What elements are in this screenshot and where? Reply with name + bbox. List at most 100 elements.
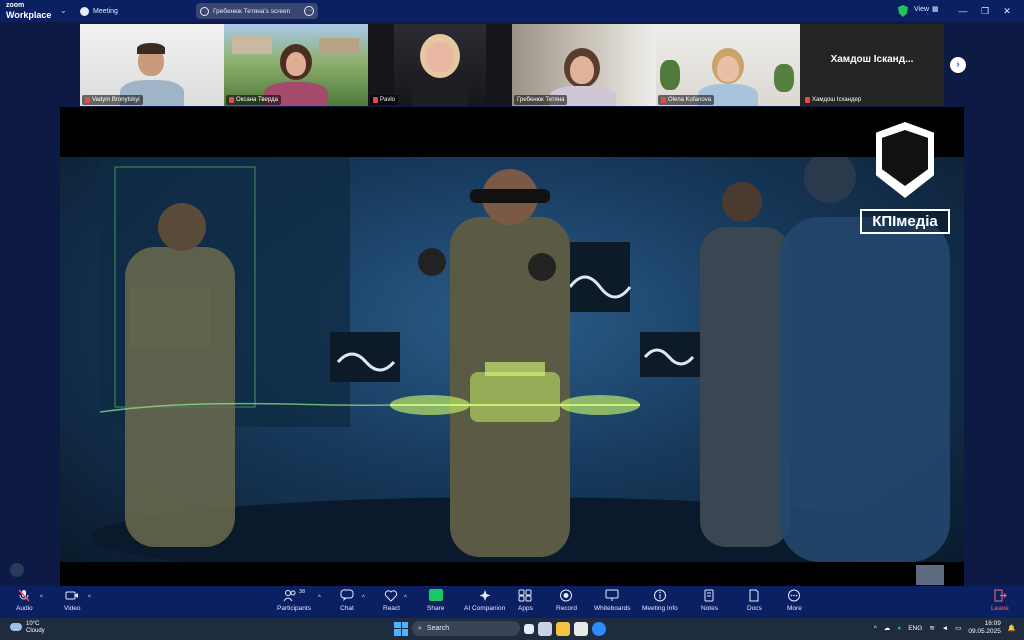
more-label: More [787, 605, 802, 612]
notes-button[interactable]: Notes [701, 589, 718, 612]
participants-count: 38 [298, 589, 306, 595]
participant-name: Pavlo [380, 97, 396, 103]
zoom-logo[interactable]: zoom Workplace [6, 2, 51, 20]
chat-button[interactable]: Chat [340, 589, 354, 612]
notifications-bell-icon[interactable]: 🔔 [1008, 624, 1016, 632]
muted-mic-icon [18, 589, 30, 602]
muted-mic-icon [661, 97, 666, 103]
muted-mic-icon [373, 97, 378, 103]
docs-button[interactable]: Docs [747, 589, 762, 612]
record-button[interactable]: Record [556, 589, 577, 612]
language-indicator[interactable]: ENG [908, 625, 922, 632]
whiteboards-button[interactable]: Whiteboards [594, 589, 631, 612]
weather-condition: Cloudy [26, 628, 45, 634]
participant-tile-video-off[interactable]: Хамдош Ісканд... Хамдош Ісхандер [800, 24, 944, 106]
chevron-up-icon[interactable]: ^ [874, 625, 877, 632]
battery-icon[interactable]: ▭ [955, 624, 961, 632]
share-button[interactable]: Share [427, 589, 444, 612]
apps-button[interactable]: Apps [518, 589, 533, 612]
participant-tile[interactable]: Vadym Bronytskyi [80, 24, 224, 106]
volume-icon[interactable]: ◄ [942, 625, 948, 632]
participant-tile[interactable]: Pavlo [368, 24, 512, 106]
muted-mic-icon [805, 97, 810, 103]
file-explorer-icon[interactable] [556, 621, 570, 636]
video-camera-icon [65, 591, 79, 600]
ai-companion-label: AI Companion [464, 605, 506, 612]
audio-button[interactable]: Audio [16, 589, 33, 612]
scene-illustration [90, 157, 950, 562]
chevron-down-icon[interactable]: ⌄ [60, 6, 67, 15]
participant-display-name: Хамдош Ісканд... [830, 53, 914, 65]
video-options-caret-icon[interactable]: ^ [88, 595, 91, 601]
task-view-icon[interactable] [524, 623, 534, 634]
meeting-toolbar: Audio ^ Video ^ 38 Participants ^ Chat ^… [0, 586, 1024, 618]
participant-name: Гребенюк Тетяна [517, 97, 565, 103]
whiteboards-label: Whiteboards [594, 605, 631, 612]
share-screen-icon [428, 589, 443, 601]
taskbar-search[interactable]: ⌕ Search [412, 621, 520, 636]
view-button[interactable]: View ▦ [914, 5, 939, 14]
heart-icon [385, 590, 398, 602]
more-dots-icon [788, 589, 801, 602]
react-button[interactable]: React [383, 589, 400, 612]
minimize-icon[interactable]: — [952, 3, 974, 19]
react-label: React [383, 605, 400, 612]
muted-mic-icon [229, 97, 234, 103]
logo-line1: zoom [6, 2, 25, 9]
windows-start-icon[interactable] [394, 621, 408, 636]
close-icon[interactable]: ✕ [996, 3, 1018, 19]
share-label: Share [427, 605, 445, 612]
participant-tile-active-speaker[interactable]: Гребенюк Тетяна [512, 24, 656, 106]
clock[interactable]: 16:09 09.05.2025 [968, 620, 1001, 636]
store-icon[interactable] [574, 621, 588, 636]
wifi-icon[interactable]: ≋ [929, 624, 934, 632]
participants-label: Participants [277, 605, 311, 612]
shared-screen: КПІмедіа [60, 107, 964, 586]
video-strip: Vadym Bronytskyi Оксана Тверда Pavlo Гре… [80, 24, 944, 106]
react-options-caret-icon[interactable]: ^ [404, 595, 407, 601]
weather-widget[interactable]: 10°C Cloudy [10, 621, 45, 635]
participant-name: Хамдош Ісхандер [812, 97, 862, 103]
video-label: Video [64, 605, 81, 612]
participants-options-caret-icon[interactable]: ^ [318, 595, 321, 601]
zoom-app-icon[interactable] [592, 621, 606, 636]
screen-share-label: Гребенюк Тетяна's screen [213, 7, 291, 15]
next-page-arrow-icon[interactable]: › [950, 57, 966, 73]
ai-companion-button[interactable]: AI Companion [464, 589, 505, 612]
cloud-icon [10, 623, 22, 631]
onedrive-icon[interactable]: ☁ [884, 624, 891, 632]
kpi-emblem-icon [876, 122, 934, 198]
teams-icon[interactable] [538, 621, 552, 636]
annotate-pencil-icon[interactable] [10, 563, 24, 577]
participant-name-badge: Olena Kofanova [658, 95, 715, 105]
participant-name-badge: Хамдош Ісхандер [802, 95, 864, 105]
meeting-info-button[interactable]: Meeting Info [642, 589, 678, 612]
chat-bubble-icon [340, 589, 354, 601]
apps-label: Apps [518, 605, 533, 612]
participant-tile[interactable]: Olena Kofanova [656, 24, 800, 106]
kpi-media-watermark: КПІмедіа [860, 122, 950, 234]
docs-icon [749, 589, 759, 602]
muted-mic-icon [85, 97, 90, 103]
audio-options-caret-icon[interactable]: ^ [40, 595, 43, 601]
video-button[interactable]: Video [64, 589, 81, 612]
encryption-shield-icon[interactable] [898, 5, 908, 17]
leave-button[interactable]: Leave [991, 589, 1009, 612]
meeting-button[interactable]: Meeting [80, 5, 118, 18]
share-thumbnail-icon[interactable] [916, 565, 944, 585]
maximize-icon[interactable]: ❐ [974, 3, 996, 19]
participants-button[interactable]: 38 Participants [277, 589, 311, 612]
view-grid-icon: ▦ [932, 6, 939, 13]
chat-options-caret-icon[interactable]: ^ [362, 595, 365, 601]
participant-tile[interactable]: Оксана Тверда [224, 24, 368, 106]
participant-name: Vadym Bronytskyi [92, 97, 140, 103]
docs-label: Docs [747, 605, 762, 612]
audio-label: Audio [16, 605, 33, 612]
mic-in-use-icon[interactable]: ● [897, 625, 901, 632]
temperature: 10°C [26, 621, 40, 627]
more-button[interactable]: More [787, 589, 802, 612]
participant-name: Оксана Тверда [236, 97, 278, 103]
participant-name-badge: Гребенюк Тетяна [514, 95, 568, 105]
more-options-icon[interactable]: ··· [304, 6, 314, 16]
screen-share-chip[interactable]: Гребенюк Тетяна's screen ··· [196, 3, 318, 19]
